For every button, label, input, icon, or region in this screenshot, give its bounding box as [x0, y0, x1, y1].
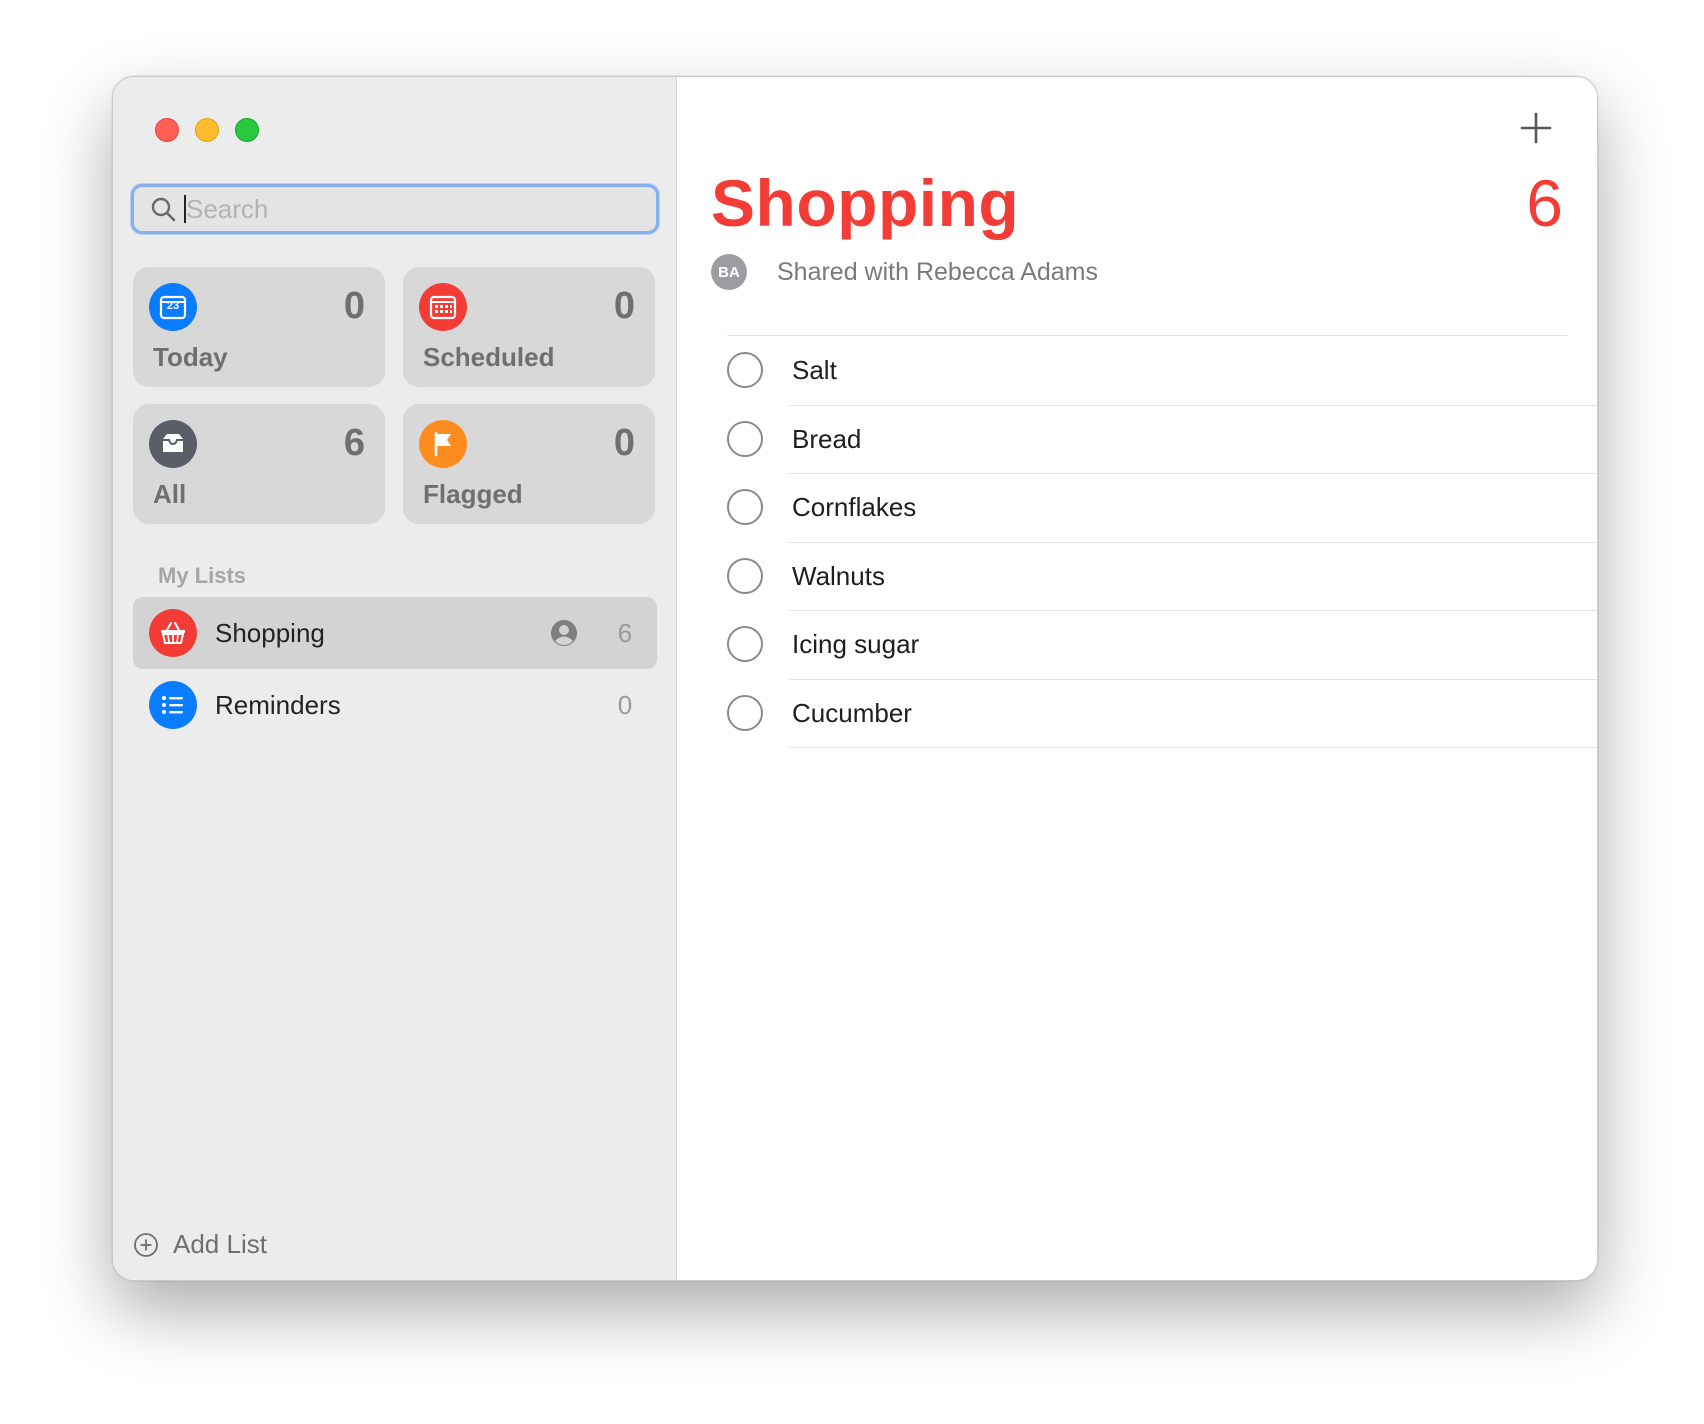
page-title: Shopping [711, 166, 1020, 240]
smart-list-today[interactable]: 23 0 Today [133, 267, 385, 387]
smart-list-flagged[interactable]: 0 Flagged [403, 404, 655, 524]
reminders-window: 23 0 Today [112, 76, 1598, 1281]
add-reminder-button[interactable] [1519, 111, 1553, 145]
reminder-title[interactable]: Cucumber [792, 698, 912, 729]
complete-checkbox[interactable] [727, 626, 763, 662]
reminder-title[interactable]: Walnuts [792, 561, 885, 592]
reminder-title[interactable]: Icing sugar [792, 629, 919, 660]
add-list-label: Add List [173, 1229, 267, 1259]
search-icon [151, 197, 176, 222]
list-detail: Shopping 6 BA Shared with Rebecca Adams … [677, 77, 1597, 1280]
list-item: Walnuts [677, 543, 1597, 611]
list-item: Cucumber [677, 680, 1597, 748]
tray-icon [149, 420, 197, 468]
window-controls [155, 118, 259, 142]
sidebar-item-label: Shopping [215, 617, 325, 648]
reminder-title[interactable]: Cornflakes [792, 492, 916, 523]
add-list-button[interactable]: Add List [133, 1229, 267, 1260]
search-field[interactable] [131, 184, 659, 234]
minimize-window-button[interactable] [195, 118, 219, 142]
complete-checkbox[interactable] [727, 557, 763, 594]
reminder-title[interactable]: Salt [792, 355, 837, 386]
calendar-icon: 23 [149, 283, 197, 331]
sidebar-item-count: 0 [617, 689, 633, 720]
scheduled-count: 0 [613, 285, 635, 327]
flagged-count: 0 [613, 422, 635, 464]
plus-circle-icon [134, 1232, 158, 1257]
divider [789, 747, 1597, 748]
sidebar-item-shopping[interactable]: Shopping 6 [133, 597, 657, 669]
reminder-count: 6 [1526, 166, 1563, 240]
flagged-label: Flagged [423, 479, 523, 509]
shared-with-text: Shared with Rebecca Adams [777, 257, 1099, 286]
divider [727, 335, 1567, 336]
maximize-window-button[interactable] [235, 118, 259, 142]
all-count: 6 [343, 422, 365, 464]
sidebar-item-reminders[interactable]: Reminders 0 [133, 669, 657, 741]
list-bullet-icon [149, 681, 197, 729]
sidebar-item-label: Reminders [215, 689, 341, 720]
all-label: All [153, 479, 187, 509]
complete-checkbox[interactable] [727, 420, 763, 457]
basket-icon [149, 609, 197, 657]
my-lists-header: My Lists [158, 563, 247, 588]
list-item: Icing sugar [677, 611, 1597, 680]
avatar[interactable]: BA [711, 254, 747, 290]
reminder-title[interactable]: Bread [792, 424, 861, 455]
list-item: Salt [677, 337, 1597, 406]
reminder-list: Salt Bread Cornflakes Walnuts Icing suga [677, 337, 1597, 748]
flag-icon [419, 420, 467, 468]
calendar-grid-icon [419, 283, 467, 331]
sidebar: 23 0 Today [113, 77, 677, 1280]
today-count: 0 [343, 285, 365, 327]
today-label: Today [153, 342, 228, 372]
today-date-number: 23 [166, 300, 180, 312]
complete-checkbox[interactable] [727, 694, 763, 731]
smart-list-scheduled[interactable]: 0 Scheduled [403, 267, 655, 387]
smart-list-all[interactable]: 6 All [133, 404, 385, 524]
list-item: Cornflakes [677, 474, 1597, 543]
complete-checkbox[interactable] [727, 352, 763, 388]
sidebar-item-count: 6 [617, 617, 633, 648]
shared-person-icon [551, 620, 577, 646]
smart-lists: 23 0 Today 0 Scheduled 6 All 0 Flagged [133, 267, 657, 524]
scheduled-label: Scheduled [423, 342, 555, 372]
list-item: Bread [677, 406, 1597, 474]
close-window-button[interactable] [155, 118, 179, 142]
shared-info: BA Shared with Rebecca Adams [711, 254, 1098, 290]
search-input[interactable] [186, 189, 606, 229]
complete-checkbox[interactable] [727, 489, 763, 525]
